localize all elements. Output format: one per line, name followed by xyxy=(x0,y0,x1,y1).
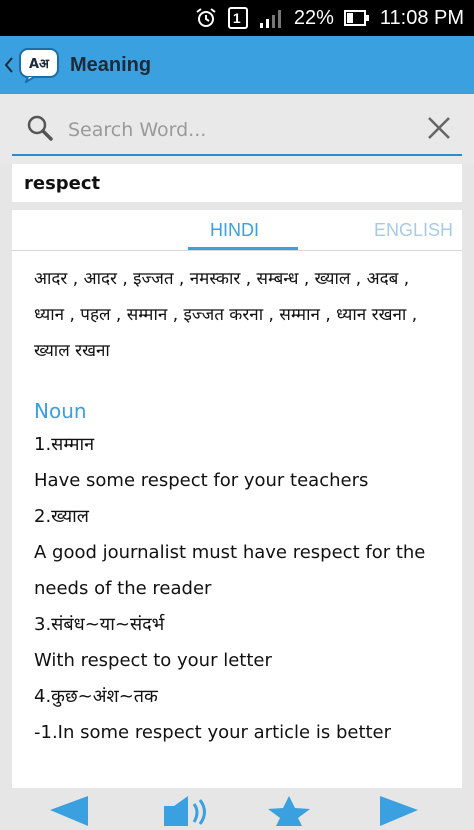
app-logo-text: Aअ xyxy=(29,57,50,72)
sim-icon: 1 xyxy=(227,7,248,29)
previous-icon[interactable] xyxy=(46,796,92,830)
example-line: With respect to your letter xyxy=(34,650,272,671)
clock: 11:08 PM xyxy=(379,6,464,29)
search-icon xyxy=(26,114,54,146)
clear-icon[interactable] xyxy=(426,115,452,145)
definition-line: 2.ख्याल xyxy=(34,506,90,527)
word-row: respect xyxy=(12,164,462,202)
app-bar: Aअ Meaning xyxy=(0,36,474,94)
definition-line: 1.सम्मान xyxy=(34,434,95,455)
speaker-icon[interactable] xyxy=(160,796,214,830)
status-bar: 1 22% 11:08 PM xyxy=(0,0,474,36)
searched-word: respect xyxy=(24,172,101,194)
back-chevron-icon[interactable] xyxy=(4,56,14,74)
next-icon[interactable] xyxy=(376,796,422,830)
app-logo[interactable]: Aअ xyxy=(18,47,62,83)
hindi-meanings: आदर , आदर , इज्जत , नमस्कार , सम्बन्ध , … xyxy=(34,269,418,361)
language-tabs: HINDI ENGLISH xyxy=(12,210,462,251)
tab-english[interactable]: ENGLISH xyxy=(374,220,453,241)
example-line: -1.In some respect your article is bette… xyxy=(34,722,392,743)
example-line: A good journalist must have respect for … xyxy=(34,542,426,599)
definition-line: 3.संबंध~या~संदर्भ xyxy=(34,614,165,635)
page-title: Meaning xyxy=(70,53,152,76)
part-of-speech: Noun xyxy=(34,399,87,423)
meaning-content: आदर , आदर , इज्जत , नमस्कार , सम्बन्ध , … xyxy=(12,251,462,751)
search-input[interactable] xyxy=(66,118,426,142)
active-tab-indicator xyxy=(188,247,298,250)
search-bar xyxy=(12,106,462,156)
bottom-bar xyxy=(0,790,474,826)
battery-icon xyxy=(343,9,370,27)
search-area xyxy=(0,94,474,164)
example-line: Have some respect for your teachers xyxy=(34,470,369,491)
tab-hindi[interactable]: HINDI xyxy=(210,220,259,241)
favorite-star-icon[interactable] xyxy=(266,796,312,830)
battery-percent: 22% xyxy=(293,6,334,29)
signal-icon xyxy=(258,7,284,29)
definition-list: 1.सम्मान Have some respect for your teac… xyxy=(34,427,462,751)
meaning-card: HINDI ENGLISH आदर , आदर , इज्जत , नमस्का… xyxy=(12,210,462,788)
alarm-icon xyxy=(194,6,218,30)
definition-line: 4.कुछ~अंश~तक xyxy=(34,686,158,707)
